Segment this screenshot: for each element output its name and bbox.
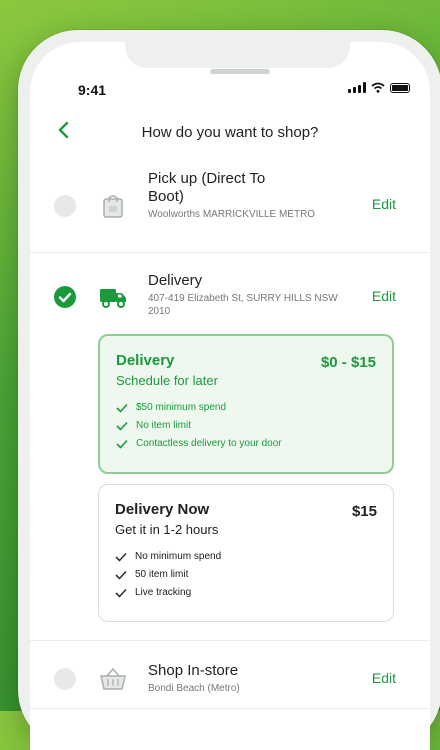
feature-text: No item limit — [136, 420, 192, 431]
feature-item: 50 item limit — [115, 569, 377, 580]
battery-icon — [390, 82, 410, 93]
feature-list: $50 minimum spend No item limit Contactl… — [116, 402, 376, 449]
feature-list: No minimum spend 50 item limit Live trac… — [115, 551, 377, 598]
card-price: $15 — [351, 503, 377, 520]
pickup-edit-link[interactable]: Edit — [372, 196, 396, 212]
delivery-title: Delivery — [148, 272, 203, 289]
bag-icon — [103, 195, 123, 218]
feature-item: Live tracking — [115, 587, 377, 598]
feature-text: 50 item limit — [135, 569, 189, 580]
card-title: Delivery Now — [115, 501, 210, 518]
divider — [30, 640, 430, 641]
status-icons — [348, 82, 410, 93]
option-pickup[interactable]: Pick up (Direct To Boot) Woolworths MARR… — [30, 160, 430, 250]
feature-text: Contactless delivery to your door — [136, 438, 282, 449]
check-icon — [115, 552, 127, 562]
feature-text: Live tracking — [135, 587, 192, 598]
status-time: 9:41 — [78, 82, 107, 98]
check-icon — [115, 588, 127, 598]
feature-text: No minimum spend — [135, 551, 222, 562]
delivery-radio[interactable] — [54, 286, 76, 308]
page-title: How do you want to shop? — [141, 124, 319, 141]
checkmark-icon — [58, 292, 72, 303]
instore-title: Shop In-store — [148, 662, 239, 679]
check-icon — [116, 439, 128, 449]
instore-radio[interactable] — [54, 668, 76, 690]
feature-item: No item limit — [116, 420, 376, 431]
pickup-title: Pick up (Direct To Boot) — [148, 170, 266, 205]
divider — [30, 708, 430, 709]
pickup-subtitle: Woolworths MARRICKVILLE METRO — [148, 209, 316, 220]
app-screen: 9:41 How do you want to shop? Pick up (D… — [30, 42, 430, 750]
card-subtitle: Schedule for later — [116, 373, 218, 388]
card-subtitle: Get it in 1-2 hours — [115, 522, 219, 537]
option-delivery[interactable]: Delivery 407-419 Elizabeth St, SURRY HIL… — [30, 258, 430, 328]
notch — [125, 42, 350, 68]
delivery-subtitle: 407-419 Elizabeth St, SURRY HILLS NSW 20… — [148, 293, 338, 317]
card-price: $0 - $15 — [320, 354, 376, 371]
pickup-radio[interactable] — [54, 195, 76, 217]
divider — [30, 252, 430, 253]
check-icon — [116, 421, 128, 431]
check-icon — [116, 403, 128, 413]
signal-icon — [348, 82, 366, 93]
truck-icon — [100, 289, 126, 308]
feature-item: Contactless delivery to your door — [116, 438, 376, 449]
speaker — [210, 69, 270, 74]
delivery-now-card[interactable]: Delivery Now Get it in 1-2 hours $15 No … — [98, 484, 394, 622]
check-icon — [115, 570, 127, 580]
option-instore[interactable]: Shop In-store Bondi Beach (Metro) Edit — [30, 646, 430, 706]
feature-item: No minimum spend — [115, 551, 377, 562]
feature-item: $50 minimum spend — [116, 402, 376, 413]
phone-frame: 9:41 How do you want to shop? Pick up (D… — [18, 30, 440, 750]
feature-text: $50 minimum spend — [136, 402, 227, 413]
instore-edit-link[interactable]: Edit — [372, 670, 396, 686]
delivery-schedule-card[interactable]: Delivery Schedule for later $0 - $15 $50… — [98, 334, 394, 474]
wifi-icon — [371, 82, 385, 93]
instore-subtitle: Bondi Beach (Metro) — [148, 683, 240, 694]
basket-icon — [100, 667, 126, 690]
delivery-edit-link[interactable]: Edit — [372, 288, 396, 304]
